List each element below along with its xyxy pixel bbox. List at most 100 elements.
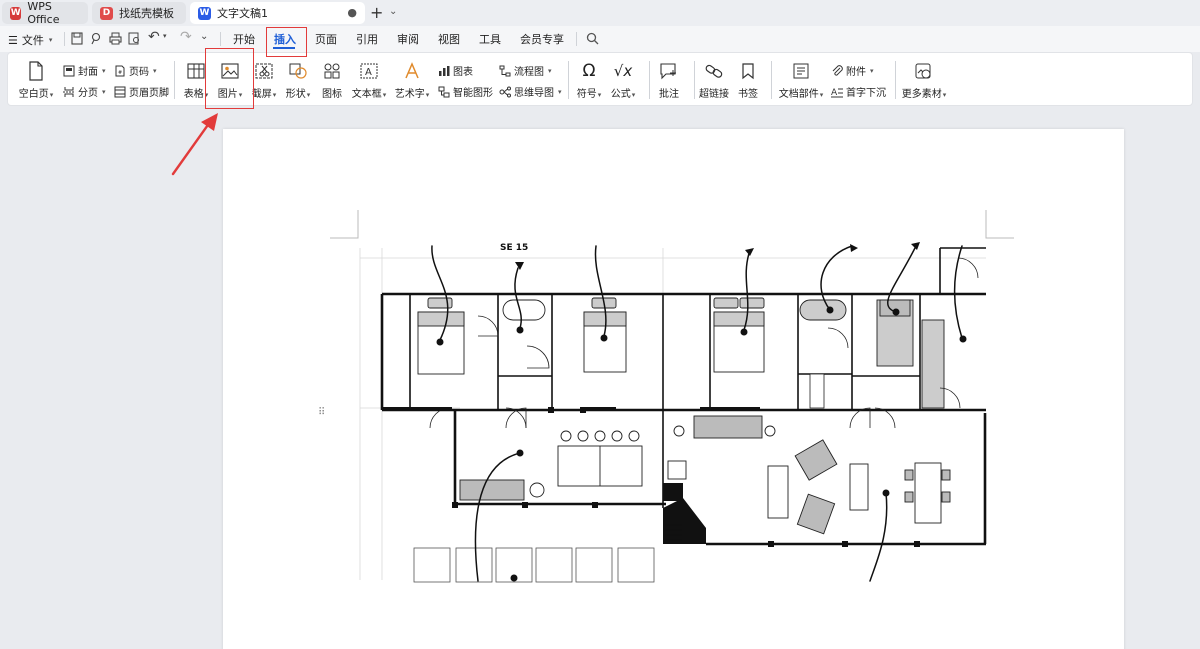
formula-icon: √x bbox=[613, 62, 633, 80]
comment-label: 批注 bbox=[659, 89, 679, 100]
icon-library-label: 图标 bbox=[322, 89, 342, 100]
screenshot-button[interactable]: 截屏▾ bbox=[248, 60, 280, 100]
chevron-down-icon[interactable]: ⌄ bbox=[389, 6, 397, 17]
bookmark-icon bbox=[742, 63, 754, 80]
template-logo-icon: D bbox=[100, 6, 113, 20]
tab-label: 文字文稿1 bbox=[217, 7, 268, 20]
chevron-down-icon: ▾ bbox=[102, 87, 106, 96]
chart-icon bbox=[439, 65, 450, 76]
blank-page-label: 空白页 bbox=[18, 89, 49, 100]
divider bbox=[895, 61, 896, 99]
tab-wps-office[interactable]: W WPS Office bbox=[2, 0, 88, 26]
divider bbox=[568, 61, 569, 99]
more-materials-button[interactable]: 更多素材▾ bbox=[899, 60, 949, 100]
tab-template[interactable]: D 找纸壳模板 bbox=[92, 2, 186, 24]
svg-text:#: # bbox=[118, 70, 122, 76]
paperclip-icon bbox=[832, 64, 843, 76]
print-preview-icon[interactable] bbox=[128, 32, 141, 45]
divider bbox=[174, 61, 175, 99]
drag-handle-icon[interactable]: ⠿ bbox=[318, 407, 325, 418]
symbol-label: 符号 bbox=[576, 89, 597, 100]
title-bar: W WPS Office D 找纸壳模板 W 文字文稿1 ● + ⌄ bbox=[0, 0, 1200, 26]
divider bbox=[576, 32, 577, 46]
icon-library-button[interactable]: 图标 bbox=[318, 60, 346, 100]
tab-member[interactable]: 会员专享 bbox=[520, 31, 564, 47]
tab-document[interactable]: W 文字文稿1 ● bbox=[190, 2, 365, 24]
tab-references[interactable]: 引用 bbox=[356, 31, 378, 47]
cover-label: 封面 bbox=[78, 67, 98, 78]
drop-cap-icon: A bbox=[831, 88, 843, 98]
redo-icon[interactable]: ↷ bbox=[180, 29, 192, 45]
tab-insert[interactable]: 插入 bbox=[274, 31, 296, 47]
page-number-button[interactable]: # 页码 ▾ bbox=[114, 63, 157, 78]
menu-bar: ☰ 文件 ▾ ↶ ▾ ↷ ⌄ 开始 插入 页面 引用 审阅 视图 工具 会员专享 bbox=[0, 26, 1200, 52]
unsaved-dot-icon[interactable]: ● bbox=[347, 6, 357, 19]
chevron-down-icon: ▾ bbox=[204, 91, 209, 99]
save-icon[interactable] bbox=[71, 32, 83, 45]
shape-icon bbox=[289, 63, 307, 79]
chevron-down-icon: ▾ bbox=[942, 91, 947, 99]
bookmark-button[interactable]: 书签 bbox=[734, 60, 762, 100]
divider bbox=[694, 61, 695, 99]
chart-label: 图表 bbox=[453, 67, 473, 78]
attachment-button[interactable]: 附件 ▾ bbox=[831, 63, 874, 78]
floor-plan-image[interactable]: SE 15 bbox=[330, 208, 1020, 588]
smart-art-icon bbox=[438, 86, 450, 97]
divider bbox=[771, 61, 772, 99]
text-box-button[interactable]: A 文本框▾ bbox=[349, 60, 389, 100]
document-parts-button[interactable]: 文档部件▾ bbox=[776, 60, 826, 100]
search-icon[interactable] bbox=[586, 32, 599, 45]
header-footer-icon bbox=[114, 86, 126, 97]
print-icon[interactable] bbox=[109, 32, 122, 45]
hyperlink-button[interactable]: 超链接 bbox=[698, 60, 730, 100]
output-pdf-icon[interactable] bbox=[90, 32, 102, 45]
chevron-down-icon[interactable]: ▾ bbox=[163, 32, 167, 40]
chevron-down-icon: ▾ bbox=[548, 66, 552, 75]
drop-cap-button[interactable]: A 首字下沉 bbox=[831, 84, 886, 99]
tab-home[interactable]: 开始 bbox=[233, 31, 255, 47]
more-materials-label: 更多素材 bbox=[901, 89, 942, 100]
smart-art-button[interactable]: 智能图形 bbox=[438, 84, 493, 99]
tab-review[interactable]: 审阅 bbox=[397, 31, 419, 47]
tab-tools[interactable]: 工具 bbox=[479, 31, 501, 47]
blank-page-icon bbox=[29, 61, 43, 81]
formula-button[interactable]: √x 公式▾ bbox=[607, 60, 639, 100]
mind-map-label: 思维导图 bbox=[514, 88, 554, 99]
cover-button[interactable]: 封面 ▾ bbox=[63, 63, 106, 78]
table-button[interactable]: 表格▾ bbox=[180, 60, 212, 100]
chevron-down-icon[interactable]: ⌄ bbox=[200, 31, 208, 42]
writer-logo-icon: W bbox=[198, 6, 211, 20]
ribbon-insert: 空白页▾ 封面 ▾ 分页 ▾ # 页码 ▾ 页眉页脚 表格▾ 图片▾ 截屏▾ 形状▾ … bbox=[7, 52, 1193, 106]
scissors-icon bbox=[255, 63, 273, 79]
page-break-button[interactable]: 分页 ▾ bbox=[63, 84, 106, 99]
flowchart-button[interactable]: 流程图 ▾ bbox=[499, 63, 552, 78]
comment-icon bbox=[660, 63, 676, 80]
symbol-button[interactable]: Ω 符号▾ bbox=[573, 60, 605, 100]
wps-logo-icon: W bbox=[10, 6, 22, 20]
chevron-down-icon: ▾ bbox=[306, 91, 311, 99]
attachment-label: 附件 bbox=[846, 67, 866, 78]
formula-label: 公式 bbox=[610, 89, 631, 100]
tab-view[interactable]: 视图 bbox=[438, 31, 460, 47]
drop-cap-label: 首字下沉 bbox=[846, 88, 886, 99]
comment-button[interactable]: 批注 bbox=[654, 60, 684, 100]
mind-map-button[interactable]: 思维导图 ▾ bbox=[499, 84, 562, 99]
header-footer-button[interactable]: 页眉页脚 bbox=[114, 84, 169, 99]
table-icon bbox=[187, 63, 205, 79]
chevron-down-icon: ▾ bbox=[49, 91, 54, 99]
picture-button[interactable]: 图片▾ bbox=[214, 60, 246, 100]
file-menu[interactable]: ☰ 文件 ▾ bbox=[8, 32, 52, 48]
smart-art-label: 智能图形 bbox=[453, 88, 493, 99]
chart-button[interactable]: 图表 bbox=[438, 63, 473, 78]
hamburger-icon: ☰ bbox=[8, 33, 18, 47]
blank-page-button[interactable]: 空白页▾ bbox=[18, 60, 54, 100]
chevron-down-icon: ▾ bbox=[631, 91, 636, 99]
undo-icon[interactable]: ↶ bbox=[148, 29, 160, 45]
word-art-button[interactable]: 艺术字▾ bbox=[392, 60, 432, 100]
new-tab-plus-icon[interactable]: + bbox=[370, 3, 383, 22]
shape-button[interactable]: 形状▾ bbox=[282, 60, 314, 100]
mind-map-icon bbox=[499, 86, 511, 97]
tab-page[interactable]: 页面 bbox=[315, 31, 337, 47]
active-tab-indicator bbox=[273, 47, 295, 49]
chevron-down-icon: ▾ bbox=[819, 91, 824, 99]
